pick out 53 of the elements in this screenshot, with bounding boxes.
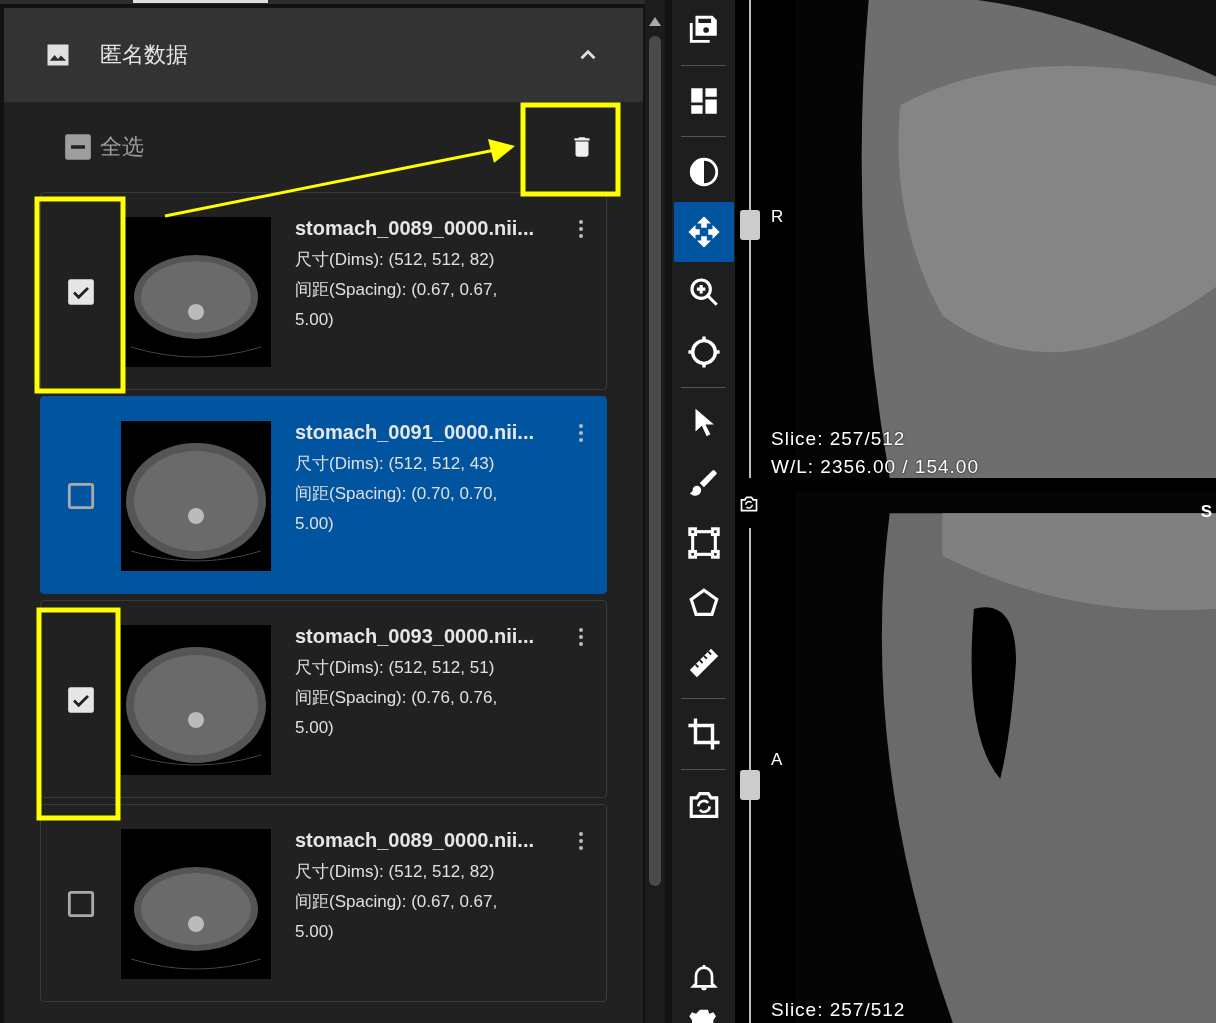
slice-slider[interactable] bbox=[740, 0, 760, 478]
file-dims: 尺寸(Dims): (512, 512, 82) bbox=[295, 861, 496, 883]
pan-icon bbox=[686, 215, 721, 249]
rectangle-icon bbox=[686, 526, 721, 560]
panel-header[interactable]: 匿名数据 bbox=[4, 8, 643, 102]
checkbox[interactable] bbox=[67, 482, 95, 510]
viewport[interactable]: R Slice: 257/512 W/L: 2356.00 / 154.00 bbox=[735, 0, 1216, 478]
file-card[interactable]: stomach_0089_0000.nii... 尺寸(Dims): (512, 512, 82) 间距(Spacing): (0.67, 0.67, 5.00) bbox=[40, 804, 607, 1002]
orientation-label: R bbox=[771, 206, 784, 227]
file-card[interactable]: stomach_0091_0000.nii... 尺寸(Dims): (512, 512, 43) 间距(Spacing): (0.70, 0.70, 5.00) bbox=[40, 396, 607, 594]
checkbox[interactable] bbox=[67, 686, 95, 714]
file-spacing: 间距(Spacing): (0.70, 0.70, 5.00) bbox=[295, 483, 499, 535]
more-vertical-icon bbox=[578, 831, 584, 851]
orientation-label: S bbox=[1200, 502, 1212, 522]
file-name: stomach_0089_0000.nii... bbox=[295, 829, 531, 852]
window-level-info: W/L: 2356.00 / 154.00 bbox=[771, 456, 979, 478]
file-name: stomach_0093_0000.nii... bbox=[295, 625, 531, 648]
more-menu-button[interactable] bbox=[578, 423, 584, 443]
file-spacing: 间距(Spacing): (0.67, 0.67, 5.00) bbox=[295, 891, 499, 943]
slider-thumb[interactable] bbox=[740, 770, 760, 801]
crop-icon bbox=[686, 717, 721, 751]
file-card[interactable]: stomach_0089_0000.nii... 尺寸(Dims): (512, 512, 82) 间距(Spacing): (0.67, 0.67, 5.00) bbox=[40, 192, 607, 390]
scroll-up-icon[interactable] bbox=[649, 16, 661, 26]
file-spacing: 间距(Spacing): (0.76, 0.76, 5.00) bbox=[295, 687, 499, 739]
more-vertical-icon bbox=[578, 627, 584, 647]
checkbox[interactable] bbox=[67, 890, 95, 918]
slider-thumb[interactable] bbox=[740, 209, 760, 240]
file-card[interactable]: stomach_0093_0000.nii... 尺寸(Dims): (512, 512, 51) 间距(Spacing): (0.76, 0.76, 5.00) bbox=[40, 600, 607, 798]
file-spacing: 间距(Spacing): (0.67, 0.67, 5.00) bbox=[295, 279, 499, 331]
slice-info: Slice: 257/512 bbox=[771, 999, 906, 1021]
checkbox[interactable] bbox=[64, 133, 92, 161]
scrollbar-thumb[interactable] bbox=[649, 36, 661, 886]
more-menu-button[interactable] bbox=[578, 627, 584, 647]
slice-slider[interactable] bbox=[740, 528, 760, 1023]
file-name: stomach_0089_0000.nii... bbox=[295, 217, 531, 240]
select-all-checkbox[interactable]: 全选 bbox=[64, 132, 144, 162]
file-dims: 尺寸(Dims): (512, 512, 43) bbox=[295, 453, 496, 475]
orientation-label: A bbox=[771, 750, 783, 771]
checkbox[interactable] bbox=[67, 278, 95, 306]
scrollbar[interactable] bbox=[645, 0, 665, 1023]
file-dims: 尺寸(Dims): (512, 512, 82) bbox=[295, 249, 496, 271]
more-menu-button[interactable] bbox=[578, 831, 584, 851]
file-name: stomach_0091_0000.nii... bbox=[295, 421, 531, 444]
slice-info: Slice: 257/512 bbox=[771, 428, 907, 450]
crosshair-icon bbox=[686, 335, 721, 369]
panel-title: 匿名数据 bbox=[100, 41, 189, 69]
more-vertical-icon bbox=[578, 219, 584, 239]
pan-tool-button[interactable] bbox=[673, 202, 734, 262]
viewport[interactable]: A S Slice: 257/512 bbox=[735, 492, 1216, 1023]
camera-icon[interactable] bbox=[739, 494, 759, 514]
more-vertical-icon bbox=[578, 423, 584, 443]
more-menu-button[interactable] bbox=[578, 219, 584, 239]
file-dims: 尺寸(Dims): (512, 512, 51) bbox=[295, 657, 496, 679]
